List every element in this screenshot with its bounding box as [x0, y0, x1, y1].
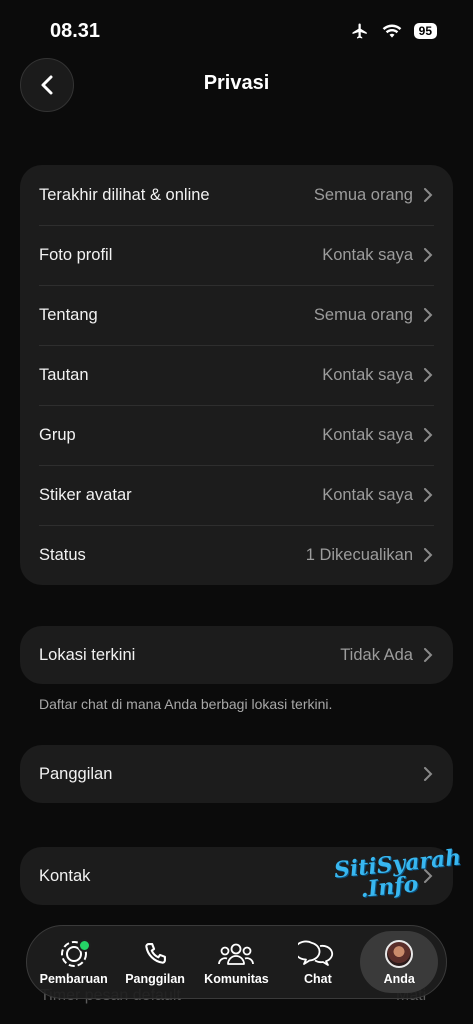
airplane-icon — [352, 23, 367, 39]
bottom-tab-bar: Pembaruan Panggilan Komunitas Chat Anda — [26, 925, 447, 999]
chevron-right-icon — [424, 428, 433, 442]
setting-links[interactable]: Tautan Kontak saya — [20, 345, 453, 405]
setting-about[interactable]: Tentang Semua orang — [20, 285, 453, 345]
tab-you[interactable]: Anda — [360, 931, 439, 993]
setting-label: Stiker avatar — [39, 485, 132, 504]
chevron-right-icon — [424, 488, 433, 502]
chevron-right-icon — [424, 308, 433, 322]
setting-calls[interactable]: Panggilan — [20, 745, 453, 803]
setting-avatar-stickers[interactable]: Stiker avatar Kontak saya — [20, 465, 453, 525]
setting-label: Tautan — [39, 365, 89, 384]
chevron-right-icon — [424, 248, 433, 262]
setting-profile-photo[interactable]: Foto profil Kontak saya — [20, 225, 453, 285]
setting-label: Lokasi terkini — [39, 645, 136, 664]
setting-value: Kontak saya — [322, 365, 413, 384]
setting-value: Kontak saya — [322, 245, 413, 264]
setting-label: Foto profil — [39, 245, 113, 264]
setting-value: Kontak saya — [322, 425, 413, 444]
status-icons: 95 — [350, 22, 437, 40]
tab-label: Chat — [303, 971, 332, 986]
new-update-dot — [77, 938, 91, 952]
battery-indicator: 95 — [413, 23, 437, 39]
status-bar: 08.31 95 — [0, 0, 473, 60]
setting-last-seen[interactable]: Terakhir dilihat & online Semua orang — [20, 165, 453, 225]
setting-value: 1 Dikecualikan — [305, 545, 413, 564]
chevron-right-icon — [424, 767, 433, 781]
setting-live-location[interactable]: Lokasi terkini Tidak Ada — [20, 626, 453, 684]
live-location-group: Lokasi terkini Tidak Ada — [20, 626, 453, 684]
chevron-right-icon — [424, 548, 433, 562]
chat-icon — [297, 940, 333, 966]
status-time: 08.31 — [50, 20, 101, 42]
chevron-right-icon — [424, 188, 433, 202]
setting-label: Tentang — [39, 305, 98, 324]
tab-label: Anda — [383, 971, 415, 986]
setting-label: Status — [39, 545, 86, 564]
wifi-icon — [382, 24, 401, 38]
setting-value: Tidak Ada — [340, 645, 413, 664]
chevron-right-icon — [424, 648, 433, 662]
setting-label: Grup — [39, 425, 76, 444]
tab-label: Pembaruan — [39, 971, 108, 986]
privacy-settings-group: Terakhir dilihat & online Semua orang Fo… — [20, 165, 453, 585]
tab-chats[interactable]: Chat — [279, 931, 357, 993]
setting-label: Terakhir dilihat & online — [39, 185, 210, 204]
tab-label: Panggilan — [125, 971, 185, 986]
setting-status[interactable]: Status 1 Dikecualikan — [20, 525, 453, 585]
tab-calls[interactable]: Panggilan — [116, 931, 194, 993]
setting-label: Panggilan — [39, 764, 113, 783]
chevron-right-icon — [424, 368, 433, 382]
avatar — [385, 939, 414, 968]
setting-groups[interactable]: Grup Kontak saya — [20, 405, 453, 465]
calls-group: Panggilan — [20, 745, 453, 803]
phone-icon — [145, 942, 167, 964]
page-title: Privasi — [203, 72, 270, 94]
setting-value: Kontak saya — [322, 485, 413, 504]
live-location-note: Daftar chat di mana Anda berbagi lokasi … — [39, 696, 333, 712]
tab-updates[interactable]: Pembaruan — [35, 931, 113, 993]
setting-value: Semua orang — [313, 185, 413, 204]
tab-label: Komunitas — [204, 971, 269, 986]
tab-communities[interactable]: Komunitas — [197, 931, 275, 993]
setting-value: Semua orang — [313, 305, 413, 324]
community-icon — [218, 943, 255, 965]
